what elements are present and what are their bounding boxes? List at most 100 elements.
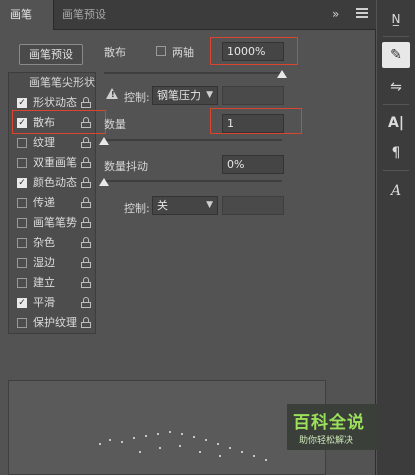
preview-dot — [205, 439, 207, 441]
lock-icon[interactable] — [81, 277, 91, 288]
brush-option-item[interactable]: 纹理 — [9, 133, 95, 153]
option-label: 传递 — [33, 196, 55, 209]
count-jitter-control-extra-field — [222, 196, 284, 215]
brush-option-item[interactable]: 湿边 — [9, 253, 95, 273]
preview-dot — [145, 435, 147, 437]
count-jitter-value-field[interactable]: 0% — [222, 155, 284, 174]
brush-settings-icon[interactable]: ✎ — [382, 42, 410, 68]
option-checkbox[interactable]: ✓ — [17, 178, 27, 188]
preview-dot — [229, 447, 231, 449]
preview-dot — [193, 436, 195, 438]
option-label: 建立 — [33, 276, 55, 289]
preview-dot — [109, 439, 111, 441]
lock-icon[interactable] — [81, 317, 91, 328]
count-jitter-control-dropdown[interactable]: 关 ▼ — [152, 196, 218, 215]
option-checkbox[interactable] — [17, 278, 27, 288]
brush-option-item[interactable]: ✓ 颜色动态 — [9, 173, 95, 193]
preview-dot — [133, 437, 135, 439]
scatter-slider[interactable] — [104, 72, 282, 74]
watermark-subtitle: 助你轻松解决 — [299, 436, 354, 446]
option-checkbox[interactable] — [17, 258, 27, 268]
lock-icon[interactable] — [81, 297, 91, 308]
lock-icon[interactable] — [81, 137, 91, 148]
right-tool-strip: N̲ ✎ ⇋ A| ¶ A — [377, 0, 415, 475]
preview-dot — [241, 451, 243, 453]
option-checkbox[interactable] — [17, 318, 27, 328]
preview-dot — [159, 447, 161, 449]
expand-icon[interactable]: » — [332, 7, 339, 21]
glyphs-icon[interactable]: A — [382, 178, 410, 204]
brush-option-item[interactable]: 双重画笔 — [9, 153, 95, 173]
preview-dot — [217, 443, 219, 445]
lock-icon[interactable] — [81, 237, 91, 248]
lock-icon[interactable] — [81, 197, 91, 208]
brush-presets-button[interactable]: 画笔预设 — [19, 44, 83, 65]
brush-tip-shape-item[interactable]: 画笔笔尖形状 — [9, 73, 95, 93]
option-checkbox[interactable] — [17, 218, 27, 228]
scatter-control-dropdown[interactable]: 钢笔压力 ▼ — [152, 86, 218, 105]
brush-option-item[interactable]: 杂色 — [9, 233, 95, 253]
lock-icon[interactable] — [81, 97, 91, 108]
preview-dot — [199, 451, 201, 453]
character-icon[interactable]: A| — [382, 110, 410, 136]
brush-option-item[interactable]: 画笔笔势 — [9, 213, 95, 233]
preview-dot — [139, 451, 141, 453]
brush-option-item[interactable]: 传递 — [9, 193, 95, 213]
both-axes-checkbox[interactable] — [156, 46, 166, 56]
count-label: 数量 — [104, 118, 126, 131]
paragraph-icon[interactable]: ¶ — [382, 140, 410, 166]
brush-option-item[interactable]: 建立 — [9, 273, 95, 293]
tab-brush[interactable]: 画笔 — [0, 0, 54, 30]
scatter-highlight — [210, 37, 298, 65]
adjust-icon[interactable]: ⇋ — [382, 74, 410, 100]
option-label: 平滑 — [33, 296, 55, 309]
warning-icon: ! — [106, 88, 118, 99]
option-checkbox[interactable]: ✓ — [17, 298, 27, 308]
scatter-label: 散布 — [104, 46, 126, 59]
preview-dot — [157, 433, 159, 435]
brush-option-item[interactable]: ✓ 平滑 — [9, 293, 95, 313]
chevron-down-icon: ▼ — [206, 90, 213, 100]
panel-menu-icon[interactable] — [356, 8, 368, 20]
brush-stroke-preview — [8, 380, 326, 475]
preview-dot — [181, 433, 183, 435]
option-checkbox[interactable] — [17, 158, 27, 168]
scatter-control-value: 钢笔压力 — [157, 89, 201, 102]
preview-dot — [121, 441, 123, 443]
navigator-icon[interactable]: N̲ — [382, 6, 410, 32]
count-jitter-control-label: 控制: — [124, 202, 150, 215]
preview-dot — [179, 445, 181, 447]
lock-icon[interactable] — [81, 157, 91, 168]
option-label: 颜色动态 — [33, 176, 77, 189]
option-checkbox[interactable] — [17, 198, 27, 208]
option-label: 湿边 — [33, 256, 55, 269]
scatter-slider-thumb[interactable] — [277, 70, 287, 78]
count-highlight — [210, 108, 302, 134]
brush-option-item[interactable]: 保护纹理 — [9, 313, 95, 333]
lock-icon[interactable] — [81, 217, 91, 228]
watermark-logo: 百科全说 助你轻松解决 — [287, 404, 377, 450]
both-axes-label: 两轴 — [172, 46, 194, 59]
count-jitter-slider-thumb[interactable] — [99, 178, 109, 186]
option-label: 双重画笔 — [33, 156, 77, 169]
lock-icon[interactable] — [81, 257, 91, 268]
count-slider[interactable] — [104, 139, 282, 141]
option-label: 杂色 — [33, 236, 55, 249]
tab-brush-presets[interactable]: 画笔预设 — [62, 0, 106, 30]
lock-icon[interactable] — [81, 177, 91, 188]
tab-bar: 画笔 画笔预设 » — [0, 0, 376, 30]
chevron-down-icon: ▼ — [206, 200, 213, 210]
preview-dot — [219, 455, 221, 457]
count-jitter-control-value: 关 — [157, 199, 168, 212]
count-slider-thumb[interactable] — [99, 137, 109, 145]
count-jitter-slider[interactable] — [104, 180, 282, 182]
preview-dot — [265, 459, 267, 461]
scatter-selection-highlight — [12, 110, 106, 134]
watermark-title: 百科全说 — [293, 413, 365, 433]
scatter-control-extra-field — [222, 86, 284, 105]
option-checkbox[interactable]: ✓ — [17, 98, 27, 108]
option-checkbox[interactable] — [17, 238, 27, 248]
preview-dot — [99, 443, 101, 445]
option-checkbox[interactable] — [17, 138, 27, 148]
count-jitter-label: 数量抖动 — [104, 160, 148, 173]
